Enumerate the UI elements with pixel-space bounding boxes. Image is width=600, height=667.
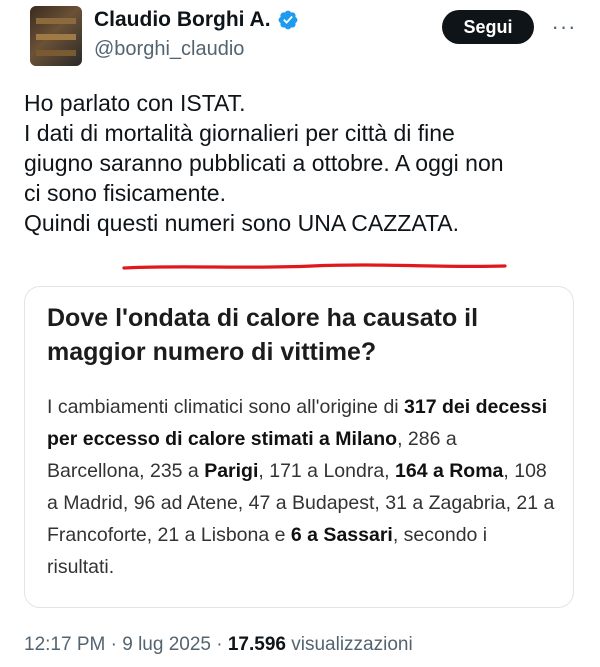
card-bold-text: 6 a Sassari bbox=[290, 524, 393, 546]
meta-separator: · bbox=[105, 634, 123, 655]
tweet-meta: 12:17 PM · 9 lug 2025 · 17.596 visualizz… bbox=[24, 634, 413, 656]
author-handle[interactable]: @borghi_claudio bbox=[94, 38, 244, 61]
card-bold-text: Parigi bbox=[204, 460, 259, 482]
avatar-detail bbox=[36, 34, 76, 40]
author-name-row: Claudio Borghi A. bbox=[94, 8, 299, 32]
tweet-line: Quindi questi numeri sono UNA CAZZATA. bbox=[24, 210, 460, 236]
tweet-time[interactable]: 12:17 PM bbox=[24, 634, 105, 655]
author-name[interactable]: Claudio Borghi A. bbox=[94, 8, 271, 32]
tweet-line: Ho parlato con ISTAT. bbox=[24, 90, 246, 116]
meta-separator: · bbox=[210, 634, 228, 655]
card-text: , 171 a Londra, bbox=[258, 460, 395, 482]
tweet-header: Claudio Borghi A. @borghi_claudio Segui … bbox=[0, 0, 600, 80]
avatar-detail bbox=[36, 50, 76, 56]
card-body: I cambiamenti climatici sono all'origine… bbox=[47, 391, 557, 583]
more-options-icon[interactable]: ··· bbox=[544, 10, 584, 44]
card-text: I cambiamenti climatici sono all'origine… bbox=[47, 396, 405, 418]
tweet-line: ci sono fisicamente. bbox=[24, 180, 226, 206]
views-count[interactable]: 17.596 bbox=[228, 634, 286, 655]
views-label: visualizzazioni bbox=[285, 634, 413, 655]
tweet-date[interactable]: 9 lug 2025 bbox=[122, 634, 211, 655]
avatar[interactable] bbox=[30, 6, 82, 66]
embedded-image-card[interactable]: Dove l'ondata di calore ha causato il ma… bbox=[24, 286, 574, 608]
follow-button[interactable]: Segui bbox=[442, 10, 534, 44]
hand-drawn-underline bbox=[122, 263, 507, 270]
tweet-text: Ho parlato con ISTAT. I dati di mortalit… bbox=[24, 88, 584, 238]
card-bold-text: 164 a Roma bbox=[395, 460, 504, 482]
card-title: Dove l'ondata di calore ha causato il ma… bbox=[47, 304, 479, 366]
tweet-line: I dati di mortalità giornalieri per citt… bbox=[24, 120, 455, 146]
avatar-detail bbox=[36, 18, 76, 24]
verified-badge-icon bbox=[278, 10, 297, 30]
tweet-line: giugno saranno pubblicati a ottobre. A o… bbox=[24, 150, 504, 176]
